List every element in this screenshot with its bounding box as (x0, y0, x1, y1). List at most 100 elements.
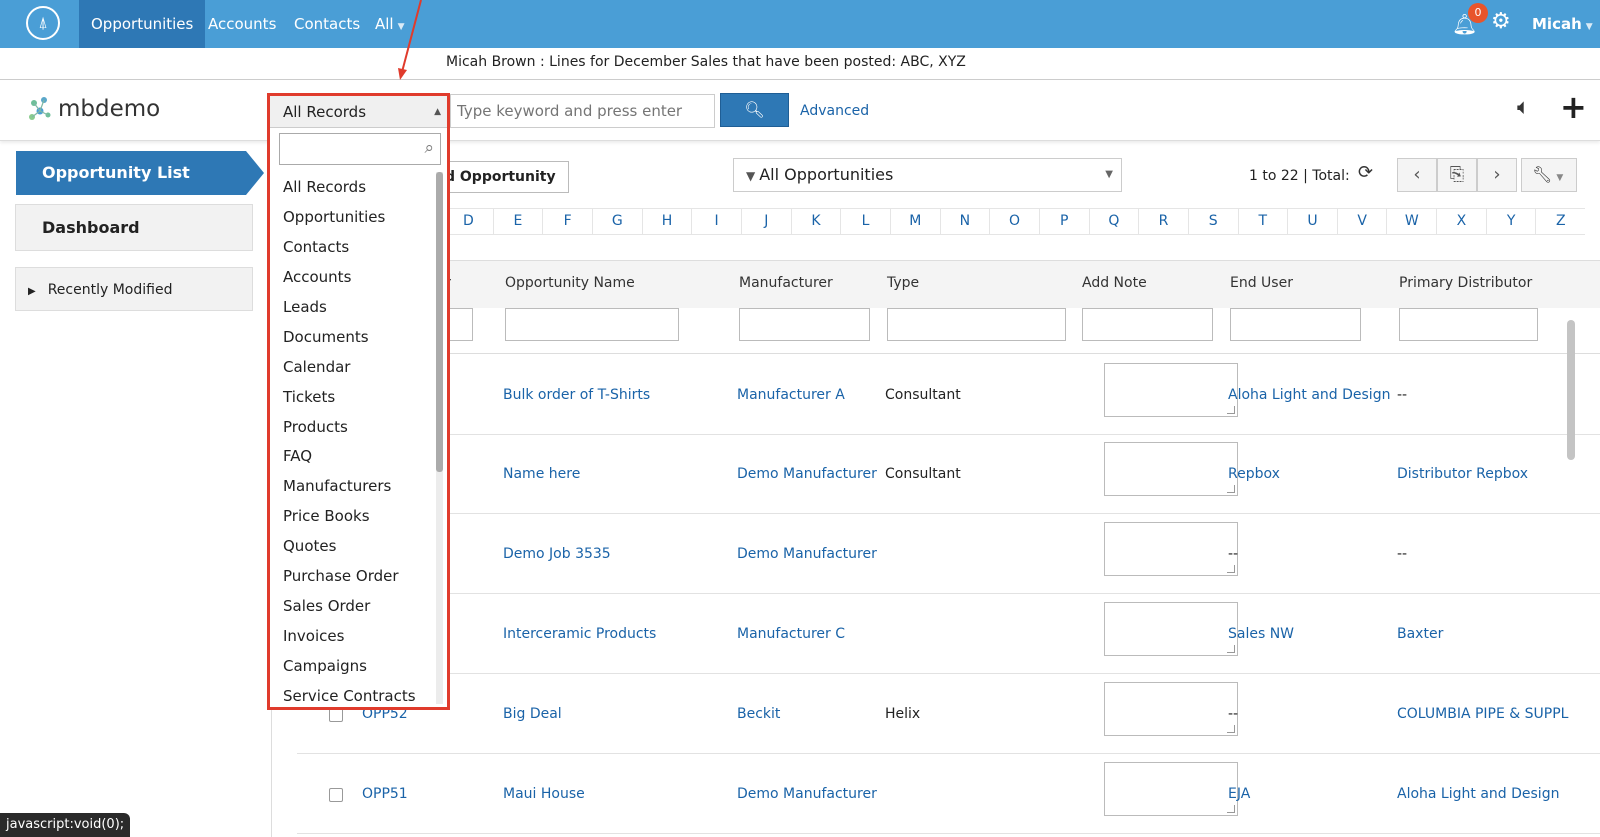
filter-distributor-input[interactable] (1399, 308, 1538, 341)
letter-e[interactable]: E (492, 209, 543, 234)
opportunity-name-link[interactable]: Maui House (503, 786, 585, 802)
table-row[interactable]: OPP51 Maui House Demo Manufacturer EJA A… (297, 754, 1600, 834)
list-filter-select[interactable]: ▼ All Opportunities ▼ (733, 158, 1122, 192)
opportunity-name-link[interactable]: Name here (503, 466, 580, 482)
nav-opportunities[interactable]: Opportunities (79, 0, 206, 48)
end-user-link[interactable]: Repbox (1228, 466, 1280, 482)
sidebar-item-opportunity-list[interactable]: Opportunity List (16, 151, 246, 195)
option-all-records[interactable]: All Records (270, 172, 447, 202)
manufacturer-link[interactable]: Beckit (737, 706, 780, 722)
dropdown-search-input[interactable]: ⌕ (279, 133, 441, 165)
table-row[interactable]: Interceramic Products Manufacturer C Sal… (297, 594, 1600, 674)
option-products[interactable]: Products (270, 412, 447, 442)
letter-i[interactable]: I (691, 209, 741, 234)
filter-manufacturer-input[interactable] (739, 308, 870, 341)
option-quotes[interactable]: Quotes (270, 531, 447, 561)
add-opportunity-button[interactable]: d Opportunity (441, 161, 569, 193)
letter-w[interactable]: W (1386, 209, 1436, 234)
letter-z[interactable]: Z (1535, 209, 1585, 234)
manufacturer-link[interactable]: Manufacturer C (737, 626, 845, 642)
filter-type-input[interactable] (887, 308, 1066, 341)
manufacturer-link[interactable]: Demo Manufacturer (737, 466, 877, 482)
manufacturer-link[interactable]: Demo Manufacturer (737, 546, 877, 562)
opportunity-name-link[interactable]: Bulk order of T-Shirts (503, 387, 650, 403)
letter-x[interactable]: X (1436, 209, 1486, 234)
distributor-link[interactable]: Baxter (1397, 626, 1443, 642)
table-row[interactable]: Name here Demo Manufacturer Consultant R… (297, 434, 1600, 514)
option-sales-order[interactable]: Sales Order (270, 591, 447, 621)
letter-m[interactable]: M (889, 209, 940, 234)
filter-name-input[interactable] (505, 308, 679, 341)
distributor-link[interactable]: Aloha Light and Design (1397, 786, 1559, 802)
record-type-select[interactable]: All Records ▲ (270, 96, 447, 128)
plus-icon[interactable]: + (1560, 88, 1587, 126)
table-row[interactable]: OPP52 Big Deal Beckit Helix -- COLUMBIA … (297, 674, 1600, 754)
option-leads[interactable]: Leads (270, 292, 447, 322)
letter-j[interactable]: J (740, 209, 791, 234)
letter-f[interactable]: F (542, 209, 592, 234)
option-price-books[interactable]: Price Books (270, 501, 447, 531)
table-row[interactable]: Demo Job 3535 Demo Manufacturer -- -- (297, 514, 1600, 594)
end-user-link[interactable]: EJA (1228, 786, 1250, 802)
opportunity-name-link[interactable]: Demo Job 3535 (503, 546, 611, 562)
column-primary-distributor[interactable]: Primary Distributor (1399, 275, 1532, 291)
search-input[interactable] (450, 94, 715, 128)
letter-h[interactable]: H (641, 209, 692, 234)
nav-accounts[interactable]: Accounts (196, 0, 288, 48)
add-note-textarea[interactable] (1104, 602, 1238, 656)
row-checkbox[interactable] (329, 788, 343, 802)
manufacturer-link[interactable]: Demo Manufacturer (737, 786, 877, 802)
nav-contacts[interactable]: Contacts (282, 0, 372, 48)
option-tickets[interactable]: Tickets (270, 382, 447, 412)
page-scrollbar[interactable] (1567, 320, 1575, 460)
option-opportunities[interactable]: Opportunities (270, 202, 447, 232)
letter-n[interactable]: N (939, 209, 990, 234)
column-end-user[interactable]: End User (1230, 275, 1293, 291)
speaker-icon[interactable]: 🔈︎ (1517, 95, 1530, 120)
option-manufacturers[interactable]: Manufacturers (270, 471, 447, 501)
option-invoices[interactable]: Invoices (270, 621, 447, 651)
column-add-note[interactable]: Add Note (1082, 275, 1147, 291)
letter-p[interactable]: P (1038, 209, 1089, 234)
list-settings-button[interactable]: 🔧︎ ▼ (1521, 158, 1577, 192)
add-note-textarea[interactable] (1104, 762, 1238, 816)
letter-s[interactable]: S (1187, 209, 1238, 234)
option-campaigns[interactable]: Campaigns (270, 651, 447, 681)
letter-o[interactable]: O (989, 209, 1039, 234)
filter-note-input[interactable] (1082, 308, 1213, 341)
option-purchase-order[interactable]: Purchase Order (270, 561, 447, 591)
brand-logo[interactable]: mbdemo (28, 95, 160, 123)
filter-end-user-input[interactable] (1230, 308, 1361, 341)
opportunity-number-link[interactable]: OPP51 (362, 786, 408, 802)
opportunity-name-link[interactable]: Interceramic Products (503, 626, 656, 642)
end-user-link[interactable]: Aloha Light and Design (1228, 387, 1390, 403)
letter-k[interactable]: K (790, 209, 841, 234)
letter-l[interactable]: L (840, 209, 890, 234)
letter-q[interactable]: Q (1088, 209, 1139, 234)
opportunity-name-link[interactable]: Big Deal (503, 706, 562, 722)
letter-r[interactable]: R (1138, 209, 1188, 234)
add-note-textarea[interactable] (1104, 363, 1238, 417)
option-documents[interactable]: Documents (270, 322, 447, 352)
add-note-textarea[interactable] (1104, 522, 1238, 576)
column-opportunity-name[interactable]: Opportunity Name (505, 275, 635, 291)
advanced-search-link[interactable]: Advanced (800, 103, 869, 119)
sidebar-item-recently-modified[interactable]: ▶ Recently Modified (15, 267, 253, 311)
option-contacts[interactable]: Contacts (270, 232, 447, 262)
letter-g[interactable]: G (591, 209, 642, 234)
gear-icon[interactable]: ⚙ (1491, 9, 1511, 34)
export-button[interactable]: ⎘ (1437, 158, 1477, 192)
option-accounts[interactable]: Accounts (270, 262, 447, 292)
user-menu[interactable]: Micah ▼ (1532, 0, 1593, 48)
end-user-link[interactable]: Sales NW (1228, 626, 1294, 642)
option-service-contracts[interactable]: Service Contracts (270, 681, 447, 711)
distributor-link[interactable]: Distributor Repbox (1397, 466, 1528, 482)
option-faq[interactable]: FAQ (270, 441, 447, 471)
distributor-link[interactable]: COLUMBIA PIPE & SUPPL (1397, 706, 1568, 722)
table-row[interactable]: Bulk order of T-Shirts Manufacturer A Co… (297, 355, 1600, 435)
letter-v[interactable]: V (1336, 209, 1387, 234)
add-note-textarea[interactable] (1104, 442, 1238, 496)
letter-u[interactable]: U (1287, 209, 1337, 234)
next-page-button[interactable]: › (1477, 158, 1517, 192)
letter-d[interactable]: D (443, 209, 493, 234)
